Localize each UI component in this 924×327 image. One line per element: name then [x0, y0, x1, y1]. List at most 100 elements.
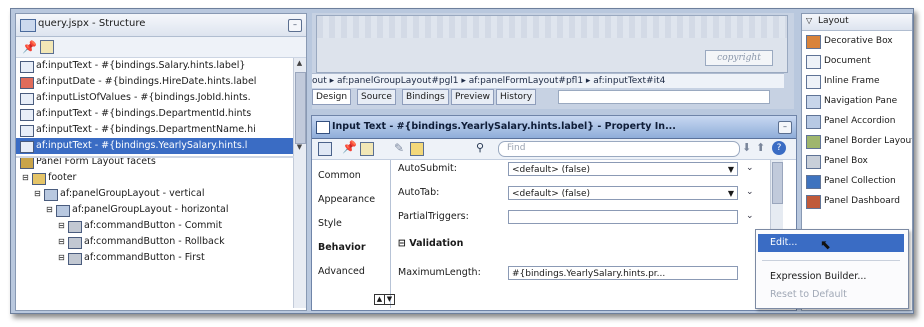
validation-section[interactable]: ⊟ Validation [398, 238, 463, 249]
menu-item-expression-builder[interactable]: Expression Builder... [758, 268, 904, 286]
property-inspector: Input Text - #{bindings.YearlySalary.hin… [311, 115, 797, 311]
tree-row[interactable]: af:inputText - #{bindings.Salary.hints.l… [16, 58, 294, 74]
tree-row[interactable]: af:inputText - #{bindings.DepartmentName… [16, 122, 294, 138]
palette-item[interactable]: Panel Accordion [802, 112, 912, 130]
category-style[interactable]: Style [318, 218, 342, 229]
palette-item-label: Panel Box [824, 156, 868, 166]
edit-icon[interactable]: ✎ [394, 141, 404, 155]
tree-row-label: af:inputText - #{bindings.DepartmentName… [36, 124, 256, 135]
palette-section-header[interactable]: ▽ Layout [802, 14, 912, 31]
scroll-up-icon[interactable]: ▲ [295, 58, 304, 68]
category-appearance[interactable]: Appearance [318, 194, 375, 205]
expand-icon[interactable]: ⊟ [34, 186, 41, 202]
component-icon [806, 35, 821, 49]
category-advanced[interactable]: Advanced [318, 266, 365, 277]
scroll-down-icon[interactable]: ▼ [295, 142, 304, 152]
palette-item[interactable]: Panel Dashboard [802, 192, 912, 210]
palette-item[interactable]: Panel Border Layout [802, 132, 912, 150]
find-field[interactable]: Find [498, 141, 740, 157]
palette-item[interactable]: Document [802, 52, 912, 70]
collapse-icon[interactable]: ▽ [806, 16, 812, 25]
tree-row-label: af:commandButton - Commit [84, 220, 223, 231]
pin-icon[interactable]: 📌 [342, 140, 357, 154]
expand-icon[interactable]: ⊟ [58, 218, 65, 234]
tree-divider [16, 156, 294, 158]
tree-row[interactable]: af:inputDate - #{bindings.HireDate.hints… [16, 74, 294, 90]
menu-item-reset-to-default[interactable]: Reset to Default [758, 286, 904, 304]
menu-item-edit[interactable]: Edit... [758, 234, 904, 252]
bind-icon[interactable] [410, 142, 424, 156]
palette-item[interactable]: Panel Box [802, 152, 912, 170]
palette-item[interactable]: Navigation Pane [802, 92, 912, 110]
freeze-view-icon[interactable] [40, 40, 54, 54]
component-icon [806, 115, 821, 129]
breadcrumb[interactable]: out ▸ af:panelGroupLayout#pgl1 ▸ af:pane… [312, 73, 784, 88]
tree-row[interactable]: ⊟ af:panelGroupLayout - vertical [16, 186, 294, 202]
field-label: AutoSubmit: [398, 163, 457, 174]
tab-preview[interactable]: Preview [451, 89, 495, 105]
expand-icon[interactable]: ⊟ [46, 202, 53, 218]
maximum-length-field[interactable]: #{bindings.YearlySalary.hints.pr... [508, 266, 738, 280]
palette-item[interactable]: Inline Frame [802, 72, 912, 90]
tree-row[interactable]: af:inputListOfValues - #{bindings.JobId.… [16, 90, 294, 106]
tree-row[interactable]: ⊟ af:commandButton - Rollback [16, 234, 294, 250]
dropdown-arrow-icon[interactable]: ▼ [728, 187, 734, 201]
field-value[interactable] [508, 210, 738, 224]
property-menu-icon[interactable]: ⌄ [746, 187, 754, 197]
scroll-thumb[interactable] [295, 72, 306, 144]
minimize-button[interactable]: – [288, 19, 302, 32]
component-icon [806, 195, 821, 209]
field-value[interactable]: <default> (false) ▼ [508, 162, 738, 176]
category-common[interactable]: Common [318, 170, 361, 181]
help-icon[interactable]: ? [772, 141, 786, 155]
tree-row-label: af:panelGroupLayout - horizontal [72, 204, 229, 215]
palette-item[interactable]: Panel Collection [802, 172, 912, 190]
input-list-icon [20, 93, 34, 105]
tree-row[interactable]: ⊟ af:commandButton - Commit [16, 218, 294, 234]
tab-history[interactable]: History [496, 89, 537, 105]
property-fields: AutoSubmit: <default> (false) ▼ ⌄ AutoTab: <d… [392, 160, 770, 308]
palette-item-label: Decorative Box [824, 36, 893, 46]
structure-title: query.jspx - Structure [38, 18, 146, 29]
find-next-icon[interactable]: ⬇ [742, 141, 751, 154]
editor-area: copyright out ▸ af:panelGroupLayout#pgl1… [312, 13, 794, 109]
structure-tree: af:inputText - #{bindings.Salary.hints.l… [16, 58, 294, 308]
tree-row[interactable]: af:inputText - #{bindings.DepartmentId.h… [16, 106, 294, 122]
category-behavior[interactable]: Behavior [318, 242, 366, 253]
tab-bindings[interactable]: Bindings [402, 89, 449, 105]
expand-icon[interactable]: ⊟ [58, 250, 65, 266]
palette-item-label: Panel Dashboard [824, 196, 900, 206]
freeze-view-icon[interactable] [360, 142, 374, 156]
property-menu-icon[interactable]: ⌄ [746, 163, 754, 173]
design-canvas[interactable]: copyright [316, 15, 788, 73]
collapse-icon[interactable]: ⊟ [398, 238, 409, 249]
pin-icon[interactable]: 📌 [22, 40, 37, 54]
field-value[interactable]: <default> (false) ▼ [508, 186, 738, 200]
property-view-icon[interactable] [318, 142, 332, 156]
palette-item[interactable]: Decorative Box [802, 32, 912, 50]
property-inspector-title: Input Text - #{bindings.YearlySalary.hin… [332, 121, 676, 132]
scroll-thumb[interactable] [772, 162, 783, 204]
palette-item-label: Document [824, 56, 871, 66]
maximum-length-value: #{bindings.YearlySalary.hints.pr... [512, 269, 666, 279]
tab-source[interactable]: Source [357, 89, 396, 105]
tree-row[interactable]: ⊟ footer [16, 170, 294, 186]
tab-design[interactable]: Design [312, 89, 352, 105]
expand-icon[interactable]: ⊟ [22, 170, 29, 186]
dropdown-arrow-icon[interactable]: ▼ [728, 163, 734, 177]
maximum-length-label: MaximumLength: [398, 267, 481, 278]
expand-icon[interactable]: ⊟ [58, 234, 65, 250]
canvas-ruler [317, 16, 787, 38]
input-text-icon [20, 61, 34, 73]
structure-scrollbar[interactable]: ▲ ▼ [293, 58, 306, 308]
tree-row-label: af:inputText - #{bindings.Salary.hints.l… [36, 60, 246, 71]
editor-tab-scrollbar[interactable] [558, 90, 770, 104]
palette-item-label: Inline Frame [824, 76, 880, 86]
tree-row[interactable]: ⊟ af:panelGroupLayout - horizontal [16, 202, 294, 218]
tree-row-label: af:commandButton - Rollback [84, 236, 225, 247]
tree-row[interactable]: af:inputText - #{bindings.YearlySalary.h… [16, 138, 294, 154]
minimize-button[interactable]: – [778, 121, 792, 134]
find-previous-icon[interactable]: ⬆ [756, 141, 765, 154]
property-menu-icon[interactable]: ⌄ [746, 211, 754, 221]
tree-row[interactable]: ⊟ af:commandButton - First [16, 250, 294, 266]
